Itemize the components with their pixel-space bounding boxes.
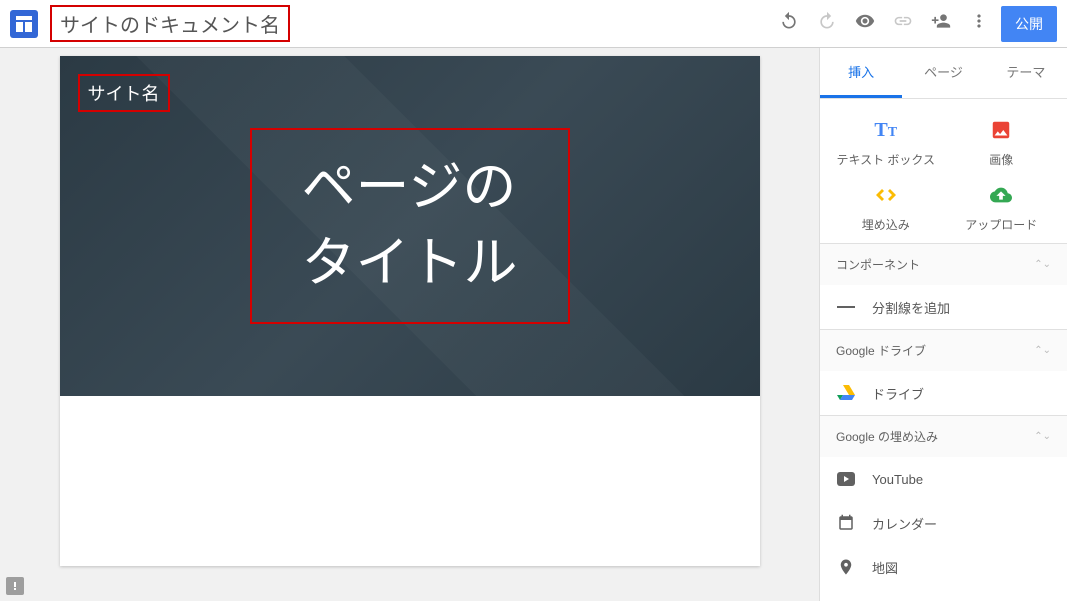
link-icon[interactable] <box>893 11 913 36</box>
item-drive[interactable]: ドライブ <box>820 371 1067 415</box>
image-label: 画像 <box>989 151 1013 168</box>
upload-label: アップロード <box>965 216 1037 233</box>
map-pin-icon <box>836 557 856 577</box>
item-calendar[interactable]: カレンダー <box>820 501 1067 545</box>
chevron-icon: ⌃⌄ <box>1034 431 1051 442</box>
sidebar: 挿入 ページ テーマ TT テキスト ボックス 画像 埋め込み アップロード <box>819 48 1067 601</box>
chevron-icon: ⌃⌄ <box>1034 345 1051 356</box>
canvas-wrap: サイト名 ページの タイトル <box>0 48 819 601</box>
document-name-input[interactable]: サイトのドキュメント名 <box>50 5 290 42</box>
youtube-label: YouTube <box>872 472 923 487</box>
chevron-icon: ⌃⌄ <box>1034 259 1051 270</box>
item-divider[interactable]: 分割線を追加 <box>820 285 1067 329</box>
sites-logo[interactable] <box>10 10 38 38</box>
insert-image[interactable]: 画像 <box>944 117 1060 168</box>
section-components-label: コンポーネント <box>836 256 920 273</box>
section-google-embed[interactable]: Google の埋め込み ⌃⌄ <box>820 415 1067 457</box>
drive-label: ドライブ <box>872 384 924 403</box>
tab-insert[interactable]: 挿入 <box>820 48 902 98</box>
upload-icon <box>990 182 1012 208</box>
drive-icon <box>836 383 856 403</box>
redo-icon[interactable] <box>817 11 837 36</box>
quick-grid: TT テキスト ボックス 画像 埋め込み アップロード <box>820 99 1067 243</box>
insert-textbox[interactable]: TT テキスト ボックス <box>828 117 944 168</box>
banner-section[interactable]: サイト名 ページの タイトル <box>60 56 760 396</box>
section-gembed-label: Google の埋め込み <box>836 428 938 445</box>
youtube-icon <box>836 469 856 489</box>
calendar-icon <box>836 513 856 533</box>
embed-label: 埋め込み <box>862 216 910 233</box>
page-body[interactable] <box>60 396 760 566</box>
textbox-label: テキスト ボックス <box>836 151 935 168</box>
main-area: サイト名 ページの タイトル 挿入 ページ テーマ TT テキスト ボックス <box>0 48 1067 601</box>
divider-label: 分割線を追加 <box>872 298 950 317</box>
item-map[interactable]: 地図 <box>820 545 1067 589</box>
section-drive[interactable]: Google ドライブ ⌃⌄ <box>820 329 1067 371</box>
divider-icon <box>836 297 856 317</box>
preview-icon[interactable] <box>855 11 875 36</box>
tab-pages[interactable]: ページ <box>902 48 984 98</box>
add-person-icon[interactable] <box>931 11 951 36</box>
sidebar-tabs: 挿入 ページ テーマ <box>820 48 1067 99</box>
section-components[interactable]: コンポーネント ⌃⌄ <box>820 243 1067 285</box>
image-icon <box>990 117 1012 143</box>
feedback-icon[interactable] <box>6 577 24 595</box>
undo-icon[interactable] <box>779 11 799 36</box>
embed-icon <box>874 182 898 208</box>
page-title-line1: ページの <box>302 157 517 217</box>
publish-button[interactable]: 公開 <box>1001 6 1057 42</box>
map-label: 地図 <box>872 558 898 577</box>
page-title-line2: タイトル <box>302 233 518 293</box>
toolbar-actions <box>779 11 989 36</box>
topbar: サイトのドキュメント名 公開 <box>0 0 1067 48</box>
item-youtube[interactable]: YouTube <box>820 457 1067 501</box>
tab-themes[interactable]: テーマ <box>985 48 1067 98</box>
insert-embed[interactable]: 埋め込み <box>828 182 944 233</box>
page-canvas[interactable]: サイト名 ページの タイトル <box>60 56 760 566</box>
page-title[interactable]: ページの タイトル <box>250 128 570 323</box>
textbox-icon: TT <box>874 117 897 143</box>
more-icon[interactable] <box>969 11 989 36</box>
insert-upload[interactable]: アップロード <box>944 182 1060 233</box>
section-drive-label: Google ドライブ <box>836 342 926 359</box>
site-name[interactable]: サイト名 <box>78 74 170 112</box>
calendar-label: カレンダー <box>872 514 937 533</box>
